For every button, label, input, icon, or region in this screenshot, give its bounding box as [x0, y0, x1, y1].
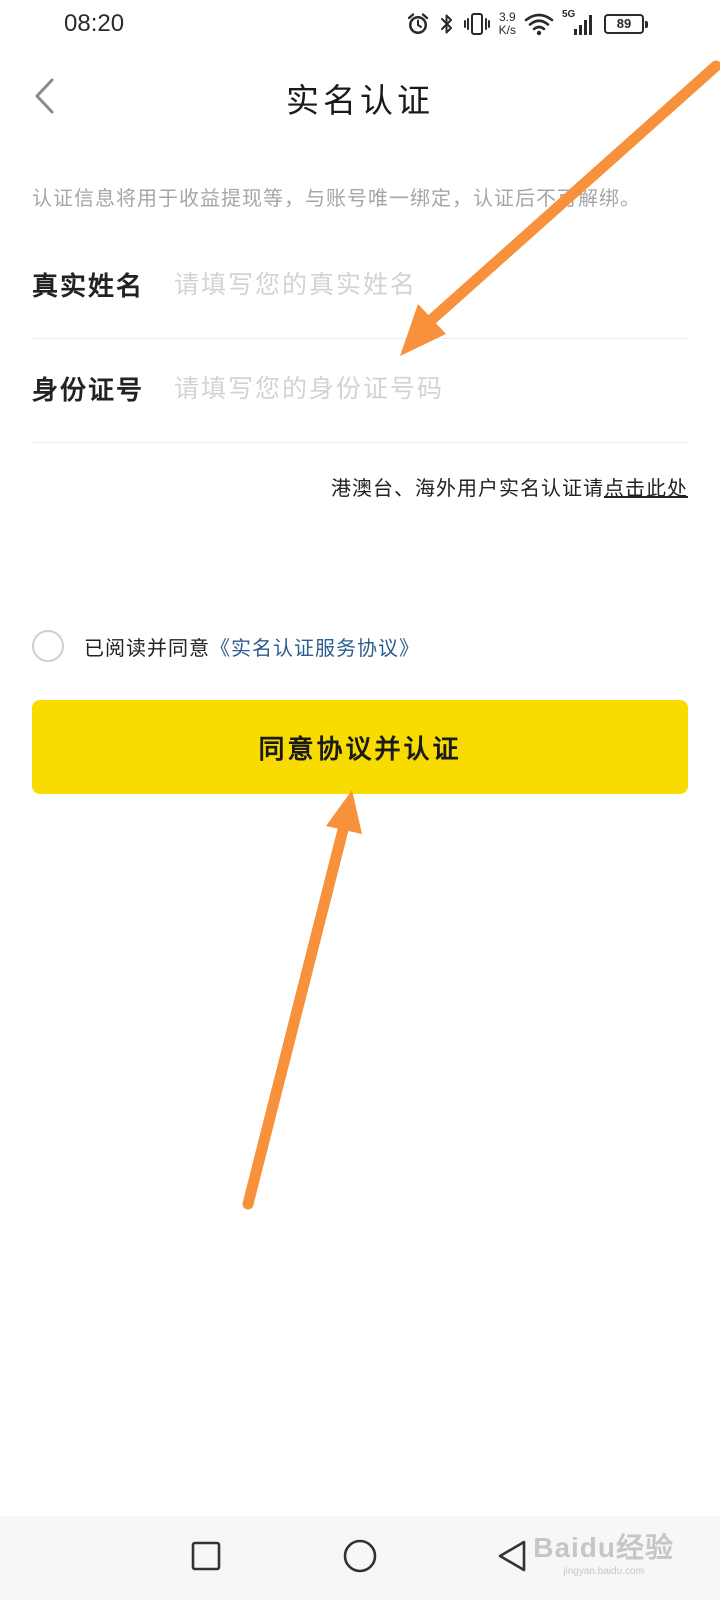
- agreement-checkbox[interactable]: [32, 630, 64, 662]
- triangle-back-icon: [495, 1539, 529, 1577]
- net-speed: 3.9 K/s: [499, 11, 516, 37]
- page-title: 实名认证: [286, 81, 434, 120]
- vibrate-icon: [463, 11, 491, 37]
- bluetooth-icon: [439, 11, 455, 37]
- id-number-row: 身份证号: [32, 340, 688, 443]
- agreement-text: 已阅读并同意: [84, 635, 210, 660]
- name-row: 真实姓名: [32, 236, 688, 339]
- cellular-signal-icon: 5G: [562, 9, 596, 37]
- notice-text: 认证信息将用于收益提现等，与账号唯一绑定，认证后不可解绑。: [32, 186, 641, 210]
- watermark-url: jingyan.baidu.com: [563, 1566, 644, 1577]
- agree-and-verify-button[interactable]: 同意协议并认证: [32, 700, 688, 794]
- name-input[interactable]: [174, 260, 674, 308]
- status-icons: 3.9 K/s 5G 89: [405, 8, 648, 40]
- agreement-link[interactable]: 《实名认证服务协议》: [210, 632, 420, 661]
- status-time: 08:20: [64, 10, 125, 37]
- battery-icon: 89: [604, 14, 648, 34]
- status-bar: 08:20 3.9 K/s 5G 89: [0, 0, 720, 48]
- circle-icon: [342, 1538, 378, 1578]
- agreement-row: 已阅读并同意 《实名认证服务协议》: [32, 628, 420, 664]
- baidu-jingyan-watermark: Baidu经验 jingyan.baidu.com: [533, 1526, 674, 1577]
- overseas-link[interactable]: 点击此处: [604, 476, 688, 500]
- annotation-arrow-bottom: [242, 790, 362, 1210]
- overseas-line: 港澳台、海外用户实名认证请点击此处: [331, 472, 688, 501]
- alarm-icon: [405, 11, 431, 37]
- home-button[interactable]: [334, 1532, 386, 1584]
- id-number-label: 身份证号: [32, 376, 145, 406]
- recent-apps-button[interactable]: [180, 1532, 232, 1584]
- nav-header: 实名认证: [0, 60, 720, 136]
- wifi-icon: [524, 11, 554, 37]
- name-label: 真实姓名: [32, 272, 145, 302]
- system-back-button[interactable]: [486, 1532, 538, 1584]
- overseas-text: 港澳台、海外用户实名认证请: [331, 476, 604, 500]
- id-number-input[interactable]: [174, 364, 674, 412]
- square-icon: [190, 1540, 222, 1576]
- watermark-logo: Baidu经验: [533, 1532, 674, 1563]
- net-speed-unit: K/s: [498, 23, 516, 37]
